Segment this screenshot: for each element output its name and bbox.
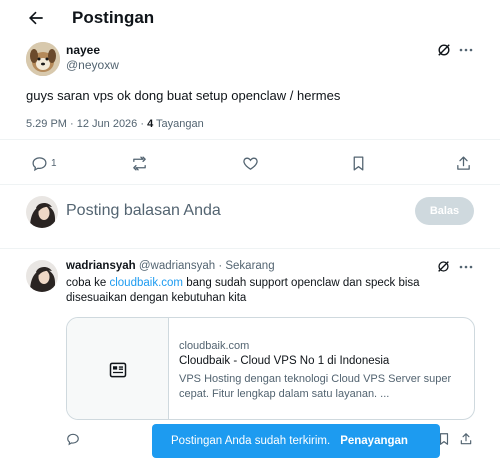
reply-author-avatar[interactable] [26, 260, 58, 292]
share-icon [457, 155, 470, 170]
repost-icon [133, 155, 146, 171]
reply-icon [67, 433, 79, 446]
reply-composer: Posting balasan Anda Balas [0, 192, 500, 232]
link-card-thumbnail [67, 318, 169, 419]
link-card-domain: cloudbaik.com [179, 340, 250, 352]
bookmark-action[interactable] [350, 154, 367, 172]
user-avatar[interactable] [26, 196, 58, 228]
reply-text: coba ke cloudbaik.com bang sudah support… [66, 276, 456, 306]
post-metadata: 5.29 PM · 12 Jun 2026 · 4 Tayangan [26, 118, 204, 130]
post-action-bar: 1 [0, 150, 500, 174]
reply-link[interactable]: cloudbaik.com [109, 277, 183, 289]
page-title: Postingan [72, 8, 155, 27]
divider [0, 248, 500, 249]
view-label: Tayangan [153, 118, 204, 130]
reply-submit-button[interactable]: Balas [415, 197, 474, 225]
link-card-description: VPS Hosting dengan teknologi Cloud VPS S… [179, 373, 452, 400]
reply-timestamp[interactable]: Sekarang [225, 260, 274, 272]
article-icon [109, 362, 127, 378]
author-handle[interactable]: @neyoxw [66, 58, 119, 72]
grok-icon[interactable] [437, 260, 450, 273]
reply-count: 1 [51, 157, 57, 169]
toast-view-button[interactable]: Penayangan [340, 435, 408, 447]
back-arrow-icon[interactable] [26, 8, 46, 28]
sent-toast: Postingan Anda sudah terkirim. Penayanga… [152, 424, 440, 458]
share-action[interactable] [455, 154, 472, 172]
top-bar: Postingan [0, 0, 500, 38]
toast-message: Postingan Anda sudah terkirim. [171, 435, 331, 447]
reply-input[interactable]: Posting balasan Anda [66, 202, 221, 220]
link-preview-card[interactable]: cloudbaik.com Cloudbaik - Cloud VPS No 1… [66, 317, 475, 420]
reply-text-start: coba ke [66, 277, 110, 289]
more-options-icon[interactable] [458, 259, 474, 275]
reply-icon [32, 156, 47, 171]
divider [0, 184, 500, 185]
heart-icon [243, 157, 258, 170]
reply-share-action[interactable] [459, 432, 473, 446]
author-name[interactable]: nayee [66, 43, 100, 57]
reply-reply-action[interactable] [66, 432, 80, 446]
reply-separator: · [215, 260, 226, 272]
more-options-icon[interactable] [458, 42, 474, 58]
reply-action[interactable]: 1 [31, 154, 57, 172]
reply-header: wadriansyah @wadriansyah · Sekarang [66, 260, 275, 272]
divider [0, 139, 500, 140]
grok-icon[interactable] [437, 43, 451, 57]
link-card-title: Cloudbaik - Cloud VPS No 1 di Indonesia [179, 355, 390, 367]
post-text: guys saran vps ok dong buat setup opencl… [26, 88, 341, 103]
share-icon [460, 433, 472, 445]
like-action[interactable] [242, 154, 259, 172]
repost-action[interactable] [131, 154, 148, 172]
post-timestamp[interactable]: 5.29 PM · 12 Jun 2026 · [26, 118, 147, 130]
reply-author-name[interactable]: wadriansyah [66, 260, 136, 272]
bookmark-icon [353, 155, 364, 171]
reply-author-handle[interactable]: @wadriansyah [139, 260, 215, 272]
author-avatar[interactable] [26, 42, 60, 76]
